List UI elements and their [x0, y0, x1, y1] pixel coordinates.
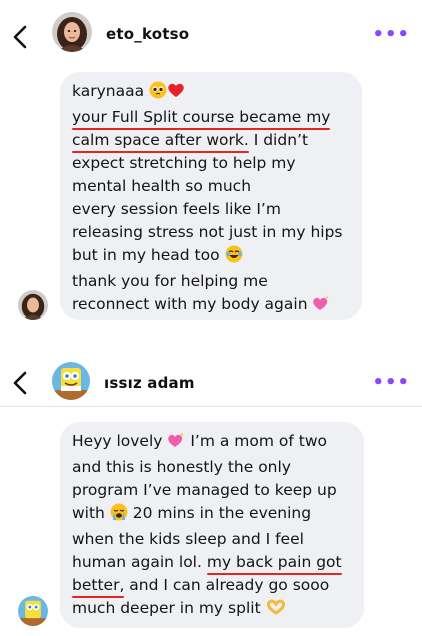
back-arrow-icon[interactable] — [10, 370, 32, 396]
message-text: reconnect with my body again — [72, 295, 308, 313]
message-line: expect stretching to help my — [72, 152, 348, 175]
message-line: when the kids sleep and I feel — [72, 528, 350, 551]
message-line: and this is honestly the only — [72, 456, 350, 479]
message-text: mental health so much — [72, 177, 252, 195]
message-text: and this is honestly the only — [72, 458, 291, 476]
header-divider — [0, 406, 422, 407]
message-text: releasing stress not just in my hips — [72, 223, 343, 241]
loudly-crying-face-icon — [110, 503, 128, 528]
message-line: releasing stress not just in my hips — [72, 221, 348, 244]
username-label[interactable]: eto_kotso — [106, 25, 189, 43]
underlined-text: better, — [72, 576, 125, 594]
message-line: calm space after work. I didn’t — [72, 129, 348, 152]
message-line: better, and I can already go sooo — [72, 574, 350, 597]
user-avatar-icon[interactable] — [52, 12, 92, 52]
message-line: reconnect with my body again — [72, 293, 348, 319]
underlined-text: your Full Split course became my — [72, 108, 331, 126]
sparkling-heart-icon — [312, 294, 330, 319]
message-text: every session feels like I’m — [72, 200, 281, 218]
joy-face-icon — [225, 245, 243, 270]
sender-avatar-icon[interactable] — [18, 596, 48, 626]
chat-header-2: ıssız adam ••• — [0, 356, 422, 412]
more-options-icon[interactable]: ••• — [372, 374, 410, 392]
sender-avatar-icon[interactable] — [18, 290, 48, 320]
message-text: Heyy lovely — [72, 432, 163, 450]
message-line: program I’ve managed to keep up — [72, 479, 350, 502]
message-text: when the kids sleep and I feel — [72, 530, 304, 548]
message-text: expect stretching to help my — [72, 154, 296, 172]
message-line: much deeper in my split — [72, 597, 350, 623]
message-text: human again lol. — [72, 553, 207, 571]
chat-header-1: eto_kotso ••• — [0, 8, 422, 64]
message-bubble: karynaaa your Full Split course became m… — [60, 72, 362, 320]
red-heart-icon — [167, 81, 185, 106]
heart-hands-icon — [266, 598, 286, 623]
message-text: I didn’t — [248, 131, 309, 149]
back-arrow-icon[interactable] — [10, 24, 32, 50]
message-bubble: Heyy lovely I’m a mom of two and this is… — [60, 422, 364, 628]
message-line: thank you for helping me — [72, 270, 348, 293]
message-text: I’m a mom of two — [185, 432, 327, 450]
sparkling-heart-icon — [167, 431, 185, 456]
pleading-face-icon — [149, 81, 167, 106]
username-label[interactable]: ıssız adam — [104, 374, 195, 392]
message-line: karynaaa — [72, 80, 348, 106]
message-line: every session feels like I’m — [72, 198, 348, 221]
message-line: Heyy lovely I’m a mom of two — [72, 430, 350, 456]
message-line: your Full Split course became my — [72, 106, 348, 129]
underlined-text: my back pain got — [206, 553, 342, 571]
message-text: and I can already go sooo — [124, 576, 330, 594]
message-text: program I’ve managed to keep up — [72, 481, 337, 499]
message-text: much deeper in my split — [72, 599, 261, 617]
message-text: but in my head too — [72, 246, 220, 264]
message-line: mental health so much — [72, 175, 348, 198]
message-text: with — [72, 504, 105, 522]
message-text: karynaaa — [72, 82, 145, 100]
more-options-icon[interactable]: ••• — [372, 26, 410, 44]
message-line: human again lol. my back pain got — [72, 551, 350, 574]
message-text: thank you for helping me — [72, 272, 268, 290]
message-line: with 20 mins in the evening — [72, 502, 350, 528]
message-text: 20 mins in the evening — [127, 504, 312, 522]
user-avatar-icon[interactable] — [52, 362, 90, 400]
message-line: but in my head too — [72, 244, 348, 270]
underlined-text: calm space after work. — [72, 131, 249, 149]
